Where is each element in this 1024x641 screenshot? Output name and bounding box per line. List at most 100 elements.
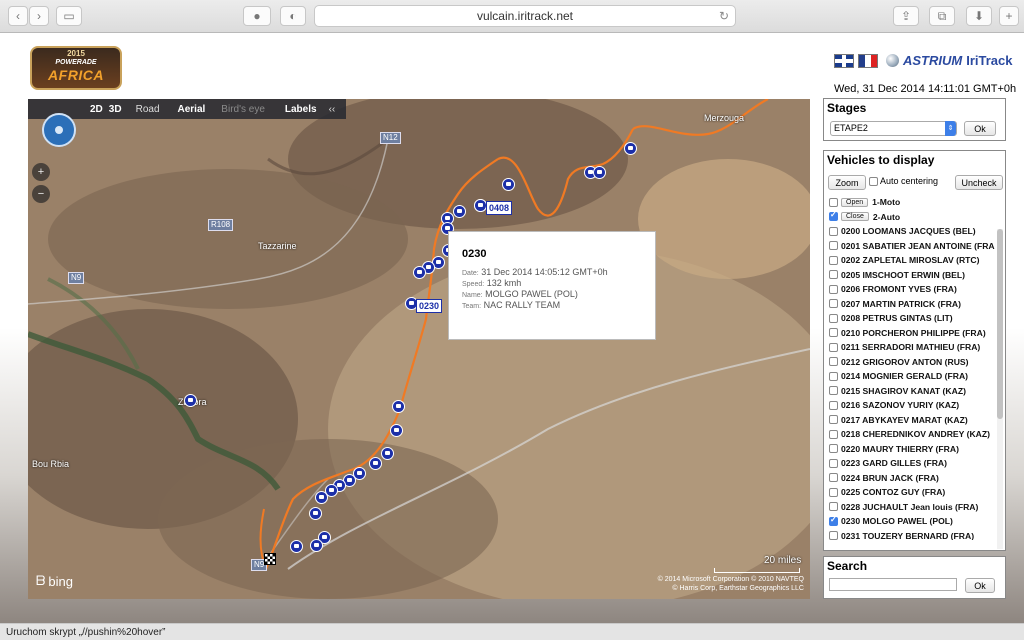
group-toggle-button[interactable]: Close — [841, 212, 869, 222]
vehicle-marker[interactable] — [369, 457, 382, 470]
vehicle-marker[interactable] — [624, 142, 637, 155]
forward-button[interactable]: › — [29, 6, 49, 26]
tracking-map[interactable]: 2D 3D Road Aerial Bird's eye Labels ‹‹ +… — [28, 99, 810, 599]
vehicle-group-row[interactable]: Open 1-Moto — [824, 195, 995, 210]
vehicle-marker[interactable] — [390, 424, 403, 437]
vehicle-group-row[interactable]: Close2-Auto — [824, 210, 995, 225]
vehicle-checkbox[interactable] — [829, 386, 838, 396]
vehicle-row[interactable]: 0212 GRIGOROV ANTON (RUS) — [824, 355, 995, 370]
vehicle-marker[interactable] — [502, 178, 515, 191]
vehicle-info-popup[interactable]: 0230 Date: 31 Dec 2014 14:05:12 GMT+0h S… — [449, 232, 655, 339]
download-icon[interactable]: ⬇ — [966, 6, 992, 26]
group-checkbox[interactable] — [829, 210, 838, 222]
road-view-button[interactable]: Road — [136, 104, 160, 115]
vehicle-row[interactable]: 0201 SABATIER JEAN ANTOINE (FRA — [824, 239, 995, 254]
reload-icon[interactable]: ↻ — [719, 9, 729, 23]
vehicle-row[interactable]: 0210 PORCHERON PHILIPPE (FRA) — [824, 326, 995, 341]
vehicle-row[interactable]: 0218 CHEREDNIKOV ANDREY (KAZ) — [824, 427, 995, 442]
mode-2d-button[interactable]: 2D — [90, 104, 103, 115]
vehicle-marker[interactable] — [309, 507, 322, 520]
vehicle-label-0408[interactable]: 0408 — [486, 201, 513, 215]
vehicle-row[interactable]: 0202 ZAPLETAL MIROSLAV (RTC) — [824, 253, 995, 268]
vehicle-checkbox[interactable] — [829, 515, 838, 526]
zoom-in-icon[interactable]: + — [32, 163, 50, 181]
vehicle-checkbox[interactable] — [829, 458, 838, 468]
vehicle-checkbox[interactable] — [829, 487, 838, 497]
mode-3d-button[interactable]: 3D — [109, 104, 122, 115]
vehicle-row[interactable]: 0207 MARTIN PATRICK (FRA) — [824, 297, 995, 312]
vehicle-checkbox[interactable] — [829, 371, 838, 381]
map-pan-control-icon[interactable] — [42, 113, 76, 147]
vehicle-row[interactable]: 0224 BRUN JACK (FRA) — [824, 471, 995, 486]
uk-flag-icon[interactable] — [834, 53, 854, 68]
vehicle-marker[interactable] — [315, 491, 328, 504]
privacy-icon[interactable]: ● — [243, 6, 271, 26]
back-button[interactable]: ‹ — [8, 6, 28, 26]
fr-flag-icon[interactable] — [858, 53, 878, 68]
uncheck-button[interactable]: Uncheck — [955, 175, 1003, 190]
vehicle-row[interactable]: 0211 SERRADORI MATHIEU (FRA) — [824, 340, 995, 355]
vehicle-checkbox[interactable] — [829, 531, 838, 540]
vehicle-row[interactable]: 0230 MOLGO PAWEL (POL) — [824, 514, 995, 529]
vehicle-row[interactable]: 0228 JUCHAULT Jean louis (FRA) — [824, 500, 995, 515]
vehicle-marker[interactable] — [453, 205, 466, 218]
vehicle-row[interactable]: 0220 MAURY THIERRY (FRA) — [824, 442, 995, 457]
share-icon[interactable]: ⇪ — [893, 6, 919, 26]
vehicle-marker[interactable] — [593, 166, 606, 179]
aerial-view-button[interactable]: Aerial — [178, 104, 206, 115]
labels-toggle[interactable]: Labels — [285, 104, 317, 115]
vehicle-checkbox[interactable] — [829, 400, 838, 410]
vehicle-row[interactable]: 0225 CONTOZ GUY (FRA) — [824, 485, 995, 500]
vehicle-checkbox[interactable] — [829, 226, 838, 236]
scrollbar-thumb[interactable] — [997, 229, 1003, 419]
rally-logo[interactable]: 2015 POWERADE AFRICA — [30, 46, 122, 90]
vehicle-row[interactable]: 0206 FROMONT YVES (FRA) — [824, 282, 995, 297]
new-tab-icon[interactable]: + — [999, 6, 1019, 26]
vehicle-row[interactable]: 0215 SHAGIROV KANAT (KAZ) — [824, 384, 995, 399]
auto-centering-checkbox[interactable] — [869, 177, 878, 187]
vehicle-marker[interactable] — [413, 266, 426, 279]
vehicle-marker[interactable] — [381, 447, 394, 460]
zoom-out-icon[interactable]: − — [32, 185, 50, 203]
vehicle-row[interactable]: 0231 TOUZERY BERNARD (FRA) — [824, 529, 995, 540]
tabs-icon[interactable]: ⧉ — [929, 6, 955, 26]
vehicle-checkbox[interactable] — [829, 415, 838, 425]
vehicle-row[interactable]: 0216 SAZONOV YURIY (KAZ) — [824, 398, 995, 413]
vehicle-row[interactable]: 0208 PETRUS GINTAS (LIT) — [824, 311, 995, 326]
vehicle-marker[interactable] — [392, 400, 405, 413]
stage-ok-button[interactable]: Ok — [964, 121, 996, 136]
vehicle-marker[interactable] — [310, 539, 323, 552]
extension-icon[interactable]: ◐ — [280, 6, 306, 26]
vehicle-checkbox[interactable] — [829, 357, 838, 367]
address-bar[interactable]: vulcain.iritrack.net ↻ — [314, 5, 736, 27]
stage-select[interactable]: ETAPE2 ⇕ — [830, 121, 957, 136]
vehicle-row[interactable]: 0223 GARD GILLES (FRA) — [824, 456, 995, 471]
vehicle-checkbox[interactable] — [829, 255, 838, 265]
vehicle-checkbox[interactable] — [829, 342, 838, 352]
zoom-button[interactable]: Zoom — [828, 175, 866, 190]
vehicle-list-scrollbar[interactable] — [997, 229, 1003, 549]
vehicle-row[interactable]: 0205 IMSCHOOT ERWIN (BEL) — [824, 268, 995, 283]
vehicle-checkbox[interactable] — [829, 328, 838, 338]
vehicle-row[interactable]: 0200 LOOMANS JACQUES (BEL) — [824, 224, 995, 239]
auto-centering-option[interactable]: Auto centering — [869, 176, 938, 187]
vehicle-row[interactable]: 0217 ABYKAYEV MARAT (KAZ) — [824, 413, 995, 428]
search-input[interactable] — [829, 578, 957, 591]
vehicle-label-0230[interactable]: 0230 — [416, 299, 443, 313]
vehicle-row[interactable]: 0214 MOGNIER GERALD (FRA) — [824, 369, 995, 384]
vehicle-checkbox[interactable] — [829, 284, 838, 294]
vehicle-checkbox[interactable] — [829, 299, 838, 309]
birds-eye-button[interactable]: Bird's eye — [221, 104, 265, 115]
vehicle-checkbox[interactable] — [829, 270, 838, 280]
vehicle-marker[interactable] — [290, 540, 303, 553]
vehicle-checkbox[interactable] — [829, 241, 838, 251]
vehicle-checkbox[interactable] — [829, 502, 838, 512]
vehicle-marker[interactable] — [184, 394, 197, 407]
sidebar-toggle-button[interactable]: ▭ — [56, 6, 82, 26]
vehicle-checkbox[interactable] — [829, 473, 838, 483]
vehicle-checkbox[interactable] — [829, 444, 838, 454]
group-checkbox[interactable] — [829, 197, 838, 207]
vehicle-checkbox[interactable] — [829, 429, 838, 439]
collapse-toolbar-button[interactable]: ‹‹ — [329, 104, 336, 115]
vehicle-checkbox[interactable] — [829, 313, 838, 323]
